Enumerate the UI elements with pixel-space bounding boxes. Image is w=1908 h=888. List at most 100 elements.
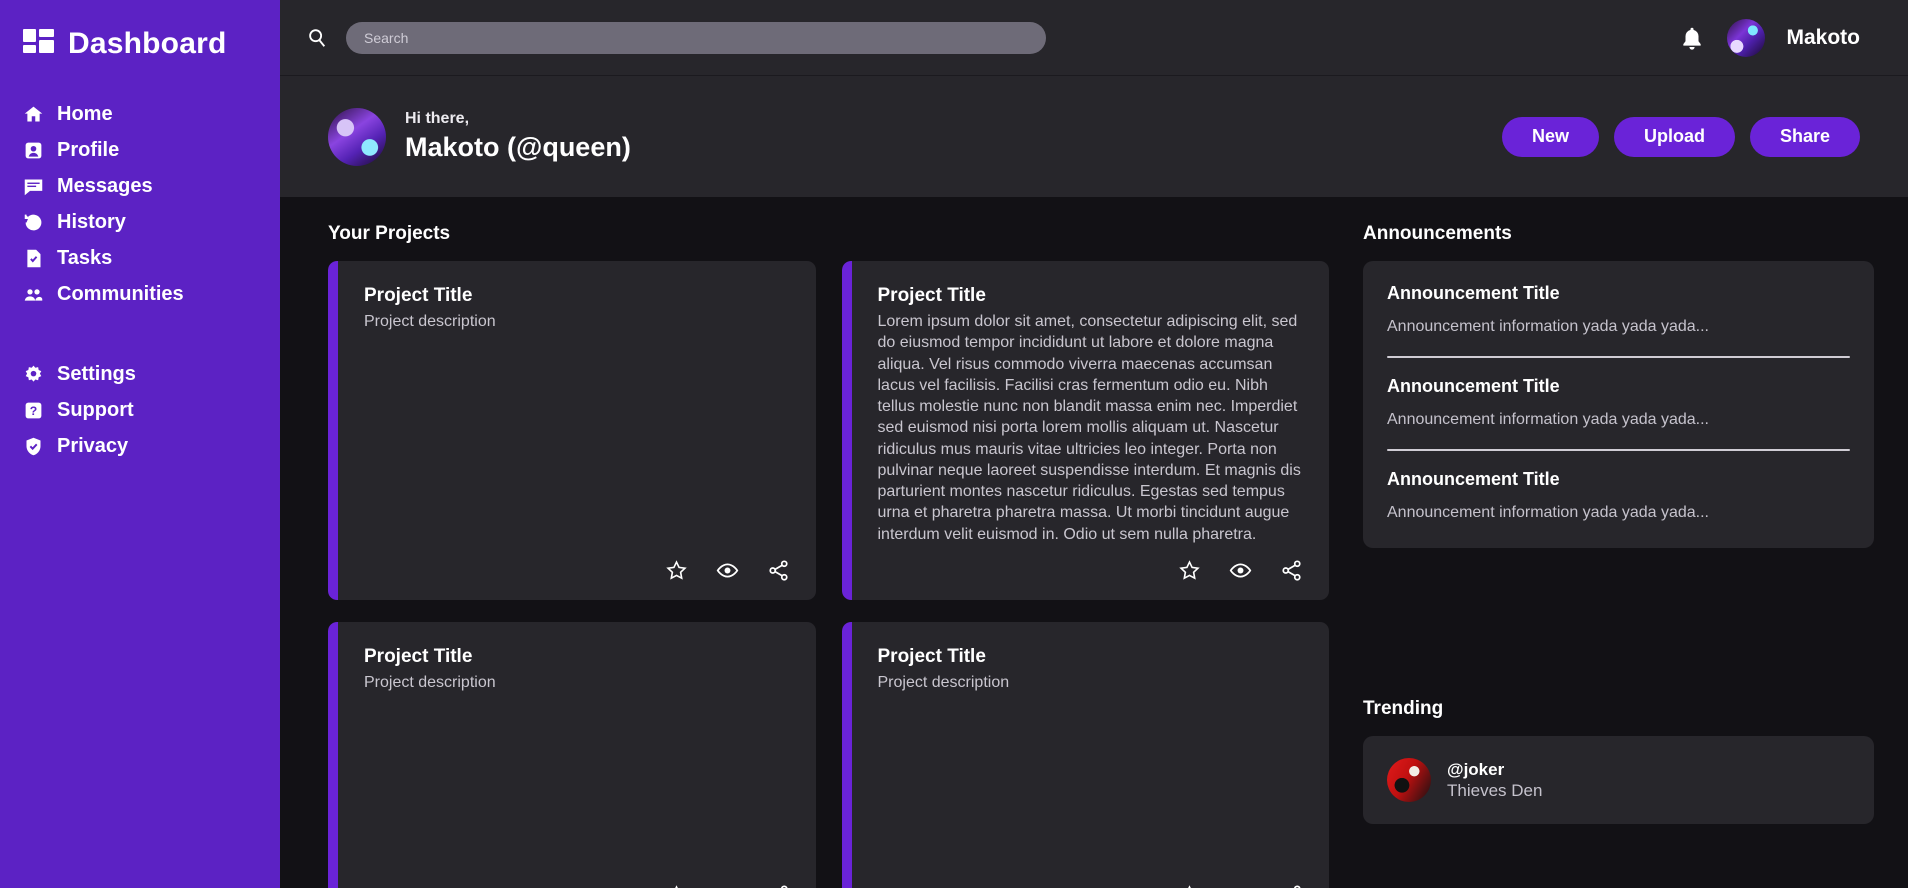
greeting-text: Hi there, Makoto (@queen) xyxy=(405,108,631,165)
eye-icon[interactable] xyxy=(716,884,739,888)
card-accent-bar xyxy=(841,621,852,888)
trending-item[interactable]: @joker Thieves Den xyxy=(1363,736,1874,824)
star-icon[interactable] xyxy=(665,884,688,888)
projects-column: Your Projects Project Title Project desc… xyxy=(280,197,1363,888)
sidebar-item-label: Profile xyxy=(57,138,120,161)
sidebar-item-label: Privacy xyxy=(57,434,129,457)
announcement-info: Announcement information yada yada yada.… xyxy=(1387,318,1709,335)
sidebar-item-settings[interactable]: Settings xyxy=(0,356,280,392)
sidebar-item-home[interactable]: Home xyxy=(0,96,280,132)
project-title: Project Title xyxy=(364,285,473,306)
project-card[interactable]: Project Title Lorem ipsum dolor sit amet… xyxy=(841,261,1329,600)
card-actions xyxy=(364,545,790,582)
card-accent-bar xyxy=(328,621,338,888)
content-area: Your Projects Project Title Project desc… xyxy=(280,197,1908,888)
trending-item-text: @joker Thieves Den xyxy=(1447,759,1542,802)
project-title: Project Title xyxy=(364,645,473,667)
search-area xyxy=(306,21,1046,54)
announcement-item[interactable]: Announcement Title Announcement informat… xyxy=(1387,283,1850,336)
upload-button[interactable]: Upload xyxy=(1613,116,1735,157)
message-icon xyxy=(22,175,44,197)
topbar-user-area: Makoto xyxy=(1679,18,1883,57)
project-card[interactable]: Project Title Project description xyxy=(328,621,816,888)
project-description: Lorem ipsum dolor sit amet, consectetur … xyxy=(877,313,1301,543)
svg-text:?: ? xyxy=(29,403,36,417)
card-accent-bar xyxy=(328,261,338,600)
announcement-info: Announcement information yada yada yada.… xyxy=(1387,411,1709,428)
project-title: Project Title xyxy=(877,285,986,306)
sidebar-item-communities[interactable]: Communities xyxy=(0,276,280,312)
header-actions: New Upload Share xyxy=(1501,116,1860,157)
projects-grid: Project Title Project description Projec… xyxy=(328,261,1329,888)
divider xyxy=(1387,449,1850,451)
task-document-icon xyxy=(22,247,44,269)
eye-icon[interactable] xyxy=(1229,559,1252,582)
project-description: Project description xyxy=(364,313,496,330)
main-area: Makoto Hi there, Makoto (@queen) New Upl… xyxy=(280,0,1908,888)
brand-title: Dashboard xyxy=(68,27,227,60)
announcements-panel: Announcement Title Announcement informat… xyxy=(1363,261,1874,548)
topbar-user-name: Makoto xyxy=(1786,25,1861,49)
sidebar-item-label: Support xyxy=(57,398,134,421)
announcement-item[interactable]: Announcement Title Announcement informat… xyxy=(1387,376,1850,429)
page-title: Your Projects xyxy=(328,223,451,244)
sidebar-item-messages[interactable]: Messages xyxy=(0,168,280,204)
card-actions xyxy=(364,870,790,888)
share-icon[interactable] xyxy=(1280,884,1303,888)
project-card[interactable]: Project Title Project description xyxy=(328,261,816,600)
project-title: Project Title xyxy=(877,645,986,667)
search-input[interactable] xyxy=(346,21,1046,54)
sidebar-item-label: History xyxy=(57,210,126,233)
sidebar-item-label: Communities xyxy=(57,282,184,305)
share-icon[interactable] xyxy=(1280,559,1303,582)
new-button[interactable]: New xyxy=(1501,116,1599,157)
trending-section: Trending @joker Thieves Den xyxy=(1363,698,1874,824)
sidebar-item-support[interactable]: ? Support xyxy=(0,392,280,428)
sidebar-item-profile[interactable]: Profile xyxy=(0,132,280,168)
project-description: Project description xyxy=(877,673,1010,691)
sidebar-right-column: Announcements Announcement Title Announc… xyxy=(1363,197,1908,888)
announcement-title: Announcement Title xyxy=(1387,469,1560,489)
share-button[interactable]: Share xyxy=(1749,116,1860,157)
avatar xyxy=(1387,758,1431,802)
project-card[interactable]: Project Title Project description xyxy=(841,621,1329,888)
avatar[interactable] xyxy=(1726,18,1765,57)
sidebar-item-tasks[interactable]: Tasks xyxy=(0,240,280,276)
dashboard-app: Dashboard Home Profile Messages History … xyxy=(0,0,1908,888)
announcement-info: Announcement information yada yada yada.… xyxy=(1387,504,1709,521)
sidebar-item-label: Tasks xyxy=(57,246,113,269)
sidebar-item-label: Home xyxy=(57,102,113,125)
trending-name: Thieves Den xyxy=(1447,781,1543,800)
grid-logo-icon xyxy=(22,27,56,61)
search-icon[interactable] xyxy=(306,27,328,49)
sidebar-nav: Home Profile Messages History Tasks Comm… xyxy=(0,96,280,464)
star-icon[interactable] xyxy=(1178,884,1201,888)
star-icon[interactable] xyxy=(1178,559,1201,582)
question-mark-icon: ? xyxy=(22,399,44,421)
trending-title: Trending xyxy=(1363,698,1444,719)
home-icon xyxy=(22,103,44,125)
announcements-title: Announcements xyxy=(1363,223,1512,244)
sidebar-item-privacy[interactable]: Privacy xyxy=(0,428,280,464)
share-icon[interactable] xyxy=(767,559,790,582)
sidebar-item-history[interactable]: History xyxy=(0,204,280,240)
avatar[interactable] xyxy=(328,107,386,166)
notification-bell-icon[interactable] xyxy=(1679,25,1705,51)
topbar: Makoto xyxy=(280,0,1908,75)
divider xyxy=(1387,356,1850,358)
eye-icon[interactable] xyxy=(1229,884,1252,888)
announcement-item[interactable]: Announcement Title Announcement informat… xyxy=(1387,469,1850,522)
trending-handle: @joker xyxy=(1447,759,1505,779)
announcement-title: Announcement Title xyxy=(1387,283,1560,303)
greeting-salutation: Hi there, xyxy=(405,110,470,128)
sidebar-item-label: Settings xyxy=(57,362,136,385)
eye-icon[interactable] xyxy=(716,559,739,582)
shield-check-icon xyxy=(22,435,44,457)
history-clock-icon xyxy=(22,211,44,233)
star-icon[interactable] xyxy=(665,559,688,582)
share-icon[interactable] xyxy=(767,884,790,888)
sidebar-item-label: Messages xyxy=(57,174,153,197)
greeting-username: Makoto (@queen) xyxy=(405,131,631,162)
card-actions xyxy=(878,545,1304,582)
card-accent-bar xyxy=(841,261,852,600)
